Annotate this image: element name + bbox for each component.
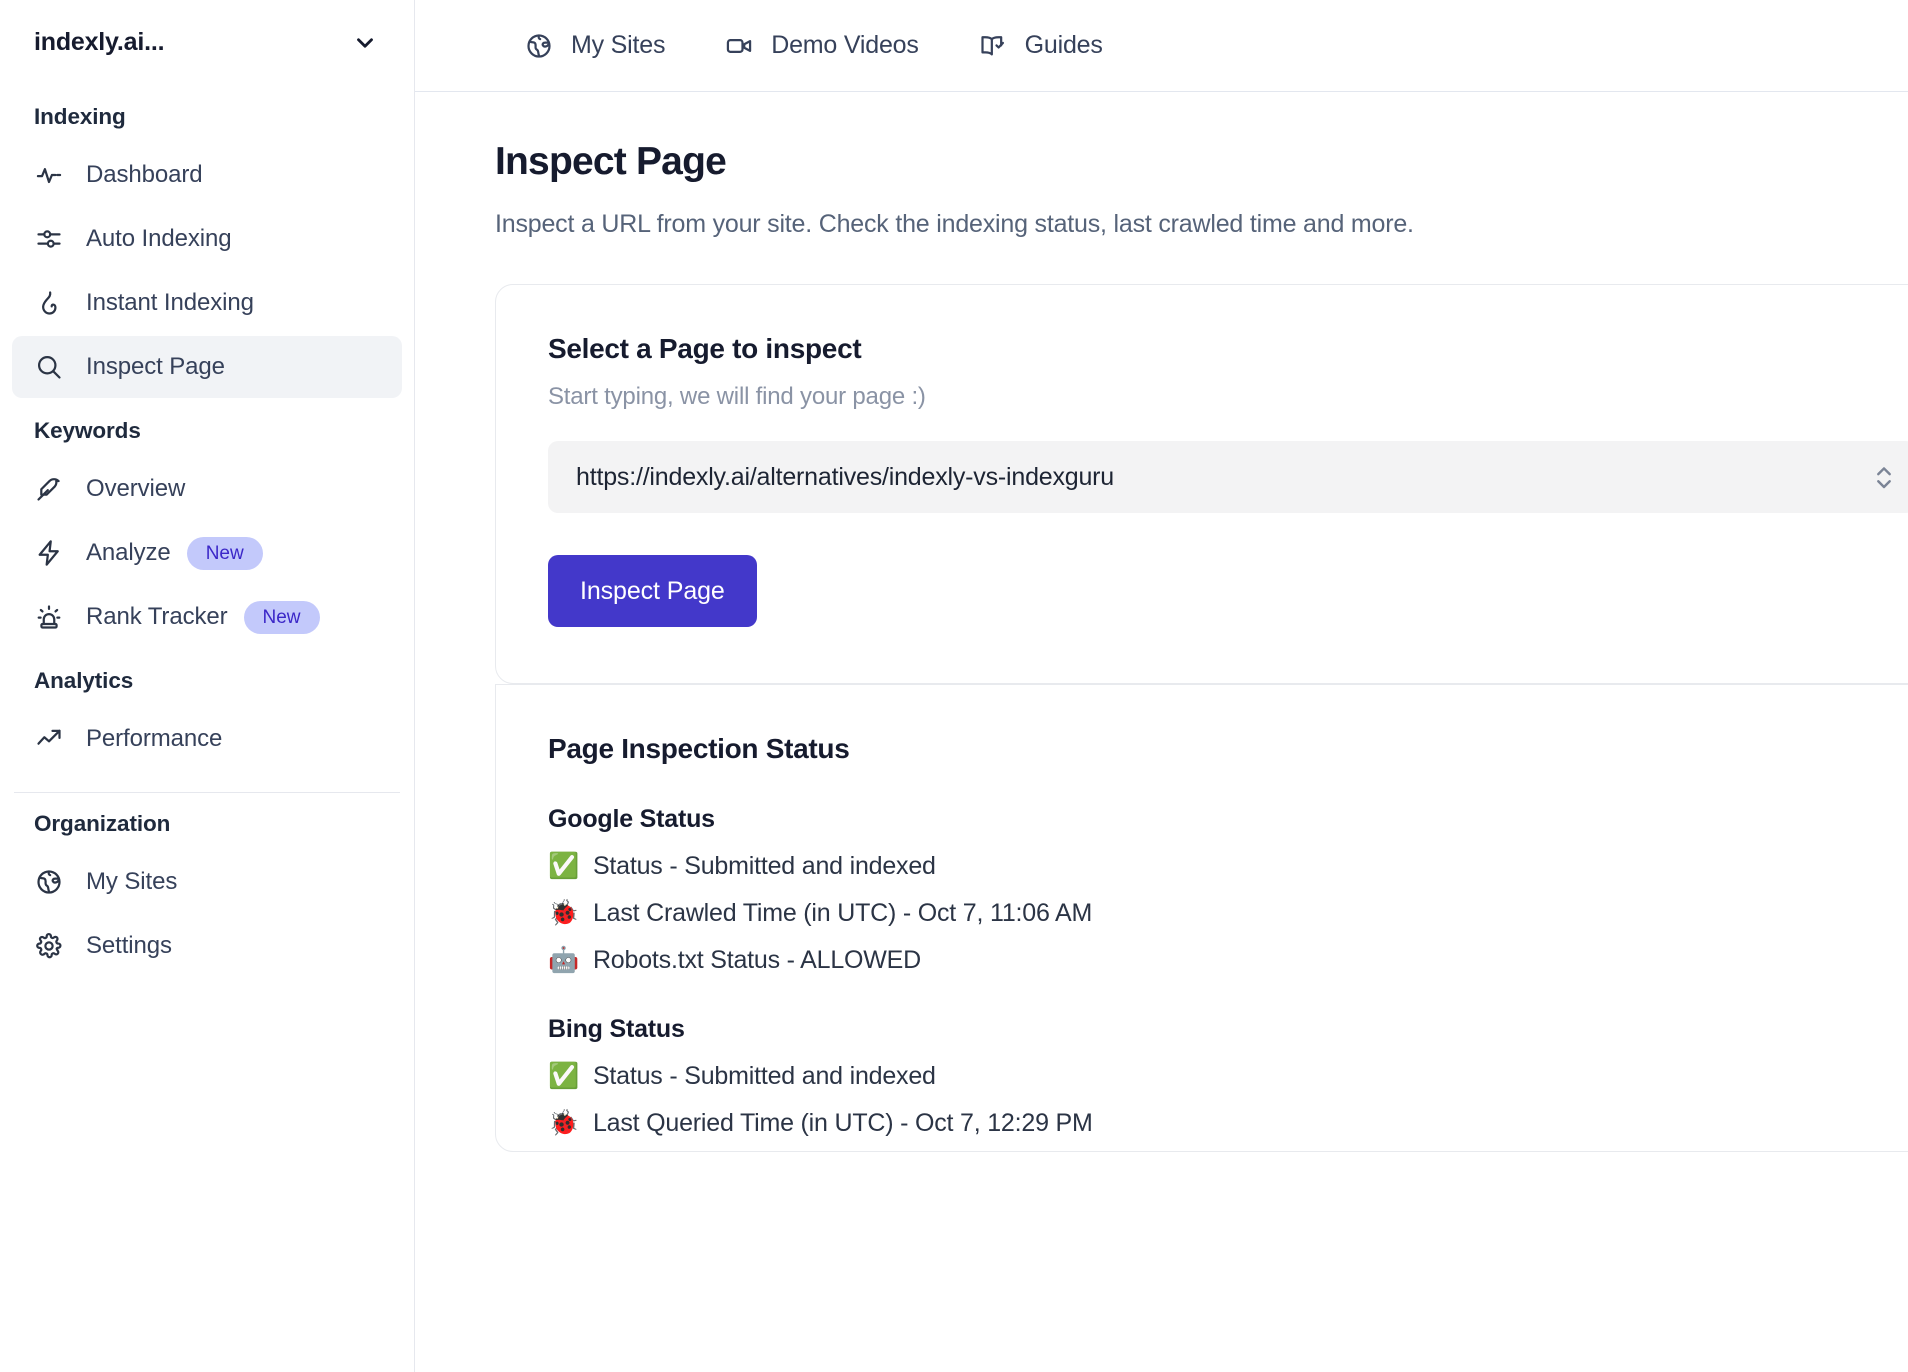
sidebar-group-title-indexing: Indexing bbox=[34, 104, 126, 129]
sidebar-item-overview[interactable]: Overview bbox=[12, 458, 402, 520]
sidebar-item-label: Instant Indexing bbox=[86, 289, 254, 316]
site-switcher[interactable]: indexly.ai... bbox=[0, 0, 414, 86]
sidebar-item-label: Performance bbox=[86, 725, 223, 752]
check-mark-button-emoji: ✅ bbox=[548, 852, 579, 880]
lady-beetle-emoji: 🐞 bbox=[548, 899, 579, 927]
sidebar-group-title-analytics: Analytics bbox=[34, 668, 134, 693]
sidebar-item-dashboard[interactable]: Dashboard bbox=[12, 144, 402, 206]
sidebar-item-label: Settings bbox=[86, 932, 172, 959]
lady-beetle-emoji: 🐞 bbox=[548, 1109, 579, 1137]
page-body: Inspect Page Inspect a URL from your sit… bbox=[415, 92, 1908, 1152]
top-navigation: My Sites Demo Videos Guides bbox=[415, 0, 1908, 92]
sidebar-item-label: Auto Indexing bbox=[86, 225, 232, 252]
book-check-icon bbox=[979, 32, 1007, 60]
status-line: ✅ Status - Submitted and indexed bbox=[548, 1062, 1908, 1091]
sidebar-item-inspect-page[interactable]: Inspect Page bbox=[12, 336, 402, 398]
chevron-up-down-icon bbox=[1874, 462, 1894, 492]
lightning-icon bbox=[34, 538, 64, 568]
sliders-icon bbox=[34, 224, 64, 254]
page-title: Inspect Page bbox=[495, 140, 727, 183]
status-line-text: Last Crawled Time (in UTC) - Oct 7, 11:0… bbox=[592, 899, 1093, 927]
globe-icon bbox=[525, 32, 553, 60]
status-line: 🐞 Last Queried Time (in UTC) - Oct 7, 12… bbox=[548, 1109, 1908, 1138]
sidebar-item-rank-tracker[interactable]: Rank Tracker New bbox=[12, 586, 402, 648]
sidebar-item-performance[interactable]: Performance bbox=[12, 708, 402, 770]
feather-icon bbox=[34, 474, 64, 504]
sidebar-item-instant-indexing[interactable]: Instant Indexing bbox=[12, 272, 402, 334]
sidebar-item-label: Rank Tracker bbox=[86, 603, 228, 630]
tab-demo-videos[interactable]: Demo Videos bbox=[695, 0, 948, 92]
check-mark-button-emoji: ✅ bbox=[548, 1062, 579, 1090]
status-line-text: Last Queried Time (in UTC) - Oct 7, 12:2… bbox=[592, 1109, 1093, 1137]
sidebar-item-label: My Sites bbox=[86, 868, 178, 895]
status-line-text: Status - Submitted and indexed bbox=[592, 852, 936, 880]
inspection-status-card: Page Inspection Status Google Status ✅ S… bbox=[495, 684, 1908, 1152]
tab-label: Guides bbox=[1024, 31, 1103, 59]
engine-name: Bing Status bbox=[548, 1015, 685, 1043]
status-line: 🤖 Robots.txt Status - ALLOWED bbox=[548, 946, 1908, 975]
page-url-select-value: https://indexly.ai/alternatives/indexly-… bbox=[576, 462, 1115, 491]
app-root: indexly.ai... Indexing Dashboard Auto In… bbox=[0, 0, 1908, 1372]
status-badge: New bbox=[186, 536, 263, 570]
google-status-block: Google Status ✅ Status - Submitted and i… bbox=[548, 805, 1908, 975]
siren-icon bbox=[34, 602, 64, 632]
engine-name: Google Status bbox=[548, 805, 715, 833]
sidebar-item-auto-indexing[interactable]: Auto Indexing bbox=[12, 208, 402, 270]
status-card-title: Page Inspection Status bbox=[548, 733, 850, 764]
page-url-select[interactable]: https://indexly.ai/alternatives/indexly-… bbox=[548, 441, 1908, 513]
chevron-down-icon bbox=[352, 30, 378, 56]
sidebar: indexly.ai... Indexing Dashboard Auto In… bbox=[0, 0, 415, 1372]
tab-my-sites[interactable]: My Sites bbox=[495, 0, 695, 92]
sidebar-item-analyze[interactable]: Analyze New bbox=[12, 522, 402, 584]
sidebar-item-settings[interactable]: Settings bbox=[12, 915, 402, 977]
site-switcher-label: indexly.ai... bbox=[34, 28, 165, 56]
sidebar-item-label: Overview bbox=[86, 475, 186, 502]
sidebar-group-title-organization: Organization bbox=[34, 811, 171, 836]
sidebar-item-label: Analyze bbox=[86, 539, 171, 566]
page-selector-card: Select a Page to inspect Start typing, w… bbox=[495, 284, 1908, 684]
tab-label: Demo Videos bbox=[771, 31, 919, 59]
page-subtitle: Inspect a URL from your site. Check the … bbox=[495, 210, 1414, 238]
globe-icon bbox=[34, 867, 64, 897]
activity-icon bbox=[34, 160, 64, 190]
sidebar-item-my-sites[interactable]: My Sites bbox=[12, 851, 402, 913]
sidebar-item-label: Inspect Page bbox=[86, 353, 225, 380]
trending-up-icon bbox=[34, 724, 64, 754]
tab-label: My Sites bbox=[571, 31, 666, 59]
tab-guides[interactable]: Guides bbox=[949, 0, 1133, 92]
status-line-text: Status - Submitted and indexed bbox=[592, 1062, 936, 1090]
status-line: 🐞 Last Crawled Time (in UTC) - Oct 7, 11… bbox=[548, 899, 1908, 928]
search-icon bbox=[34, 352, 64, 382]
bing-status-block: Bing Status ✅ Status - Submitted and ind… bbox=[548, 1015, 1908, 1138]
status-line: ✅ Status - Submitted and indexed bbox=[548, 852, 1908, 881]
sidebar-item-label: Dashboard bbox=[86, 161, 203, 188]
inspect-page-button[interactable]: Inspect Page bbox=[548, 555, 757, 627]
video-camera-icon bbox=[725, 32, 753, 60]
status-badge: New bbox=[243, 600, 320, 634]
sidebar-group-title-keywords: Keywords bbox=[34, 418, 141, 443]
main-content: My Sites Demo Videos Guides Inspect Page… bbox=[415, 0, 1908, 1372]
status-line-text: Robots.txt Status - ALLOWED bbox=[592, 946, 921, 974]
robot-emoji: 🤖 bbox=[548, 946, 579, 974]
gear-icon bbox=[34, 931, 64, 961]
selector-card-hint: Start typing, we will find your page :) bbox=[548, 383, 926, 410]
selector-card-title: Select a Page to inspect bbox=[548, 333, 862, 364]
flame-icon bbox=[34, 288, 64, 318]
